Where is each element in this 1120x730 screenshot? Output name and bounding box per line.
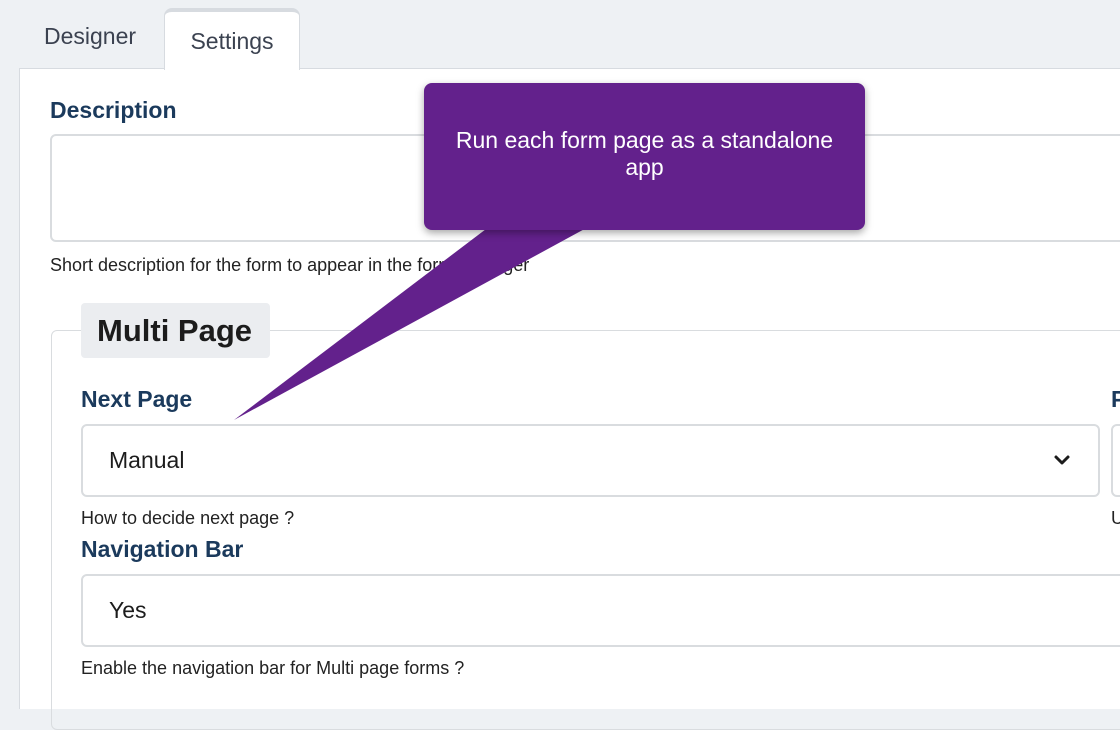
- tooltip-callout: Run each form page as a standalone app: [424, 83, 865, 230]
